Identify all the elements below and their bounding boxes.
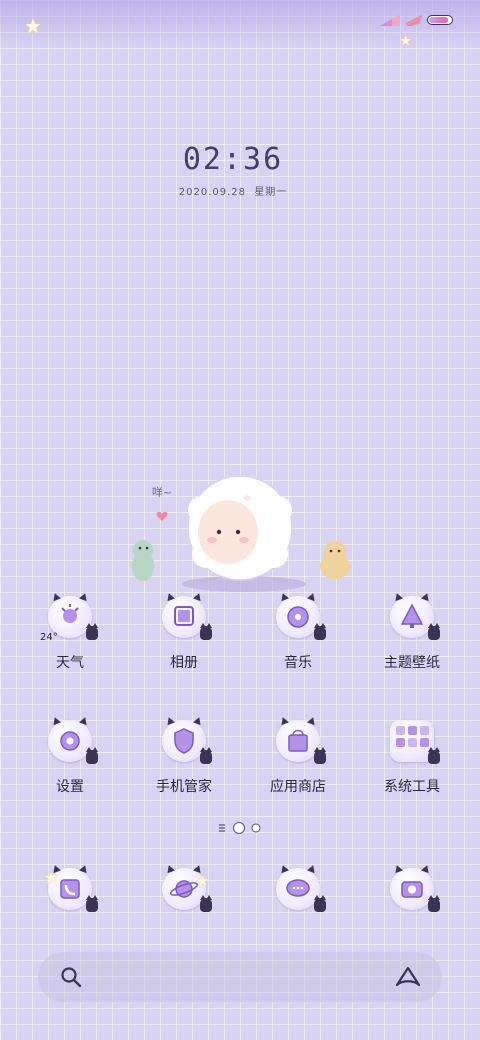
app-label: 天气 xyxy=(56,655,84,671)
gallery-icon xyxy=(162,591,212,640)
page-dot xyxy=(251,823,261,833)
sheep-illustration: 咩~ xyxy=(132,475,350,592)
wifi-icon xyxy=(405,15,423,26)
messages-icon xyxy=(276,863,326,912)
music-icon xyxy=(276,591,326,640)
system-tools-folder-icon xyxy=(390,720,440,764)
clock-time[interactable]: 02:36 xyxy=(0,142,466,177)
star-decoration-icon: ★ xyxy=(24,14,42,38)
search-icon xyxy=(61,967,82,988)
security-icon xyxy=(162,715,212,764)
app-security[interactable]: 手机管家 xyxy=(132,715,236,830)
current-page-dot xyxy=(233,822,245,834)
battery-level xyxy=(429,17,448,23)
clock-date-row[interactable]: 2020.09.28 星期一 xyxy=(0,183,466,198)
app-weather[interactable]: 24° 天气 xyxy=(18,591,122,706)
app-label: 应用商店 xyxy=(270,779,326,795)
clock-date: 2020.09.28 xyxy=(178,187,247,198)
app-label: 设置 xyxy=(56,779,84,795)
signal-icon xyxy=(380,14,400,26)
search-bar[interactable] xyxy=(38,952,442,1002)
app-label: 系统工具 xyxy=(384,779,440,795)
assistant-icon[interactable] xyxy=(394,965,422,989)
theme-icon xyxy=(390,591,440,640)
app-gallery[interactable]: 相册 xyxy=(132,591,236,706)
app-label: 主题壁纸 xyxy=(384,655,440,671)
clock-weekday: 星期一 xyxy=(254,187,288,198)
star-decoration-icon: ★ xyxy=(197,874,209,889)
app-music[interactable]: 音乐 xyxy=(246,591,350,706)
hamster-figure xyxy=(320,541,350,579)
app-store-icon xyxy=(276,715,326,764)
weather-temperature: 24° xyxy=(40,632,58,643)
sheep-figure xyxy=(187,475,293,581)
battery-icon xyxy=(427,15,453,25)
app-themes[interactable]: 主题壁纸 xyxy=(360,591,464,706)
app-store[interactable]: 应用商店 xyxy=(246,715,350,830)
app-label: 相册 xyxy=(170,655,198,671)
dino-figure xyxy=(132,540,154,581)
dock-app-phone[interactable] xyxy=(18,863,122,918)
folder-system-tools[interactable]: 系统工具 xyxy=(360,720,464,830)
app-label: 手机管家 xyxy=(156,779,212,795)
app-label: 音乐 xyxy=(284,655,312,671)
star-decoration-icon: ★ xyxy=(400,34,412,49)
dock-app-camera[interactable] xyxy=(360,863,464,918)
dock-app-messages[interactable] xyxy=(246,863,350,918)
sheep-sound-text: 咩~ xyxy=(152,485,172,499)
app-settings[interactable]: 设置 xyxy=(18,715,122,830)
camera-icon xyxy=(390,863,440,912)
star-decoration-icon: ★ xyxy=(44,868,59,887)
heart-icon xyxy=(156,511,168,521)
dock-app-browser[interactable] xyxy=(132,863,236,918)
page-indicator[interactable] xyxy=(216,820,264,836)
settings-icon xyxy=(48,715,98,764)
